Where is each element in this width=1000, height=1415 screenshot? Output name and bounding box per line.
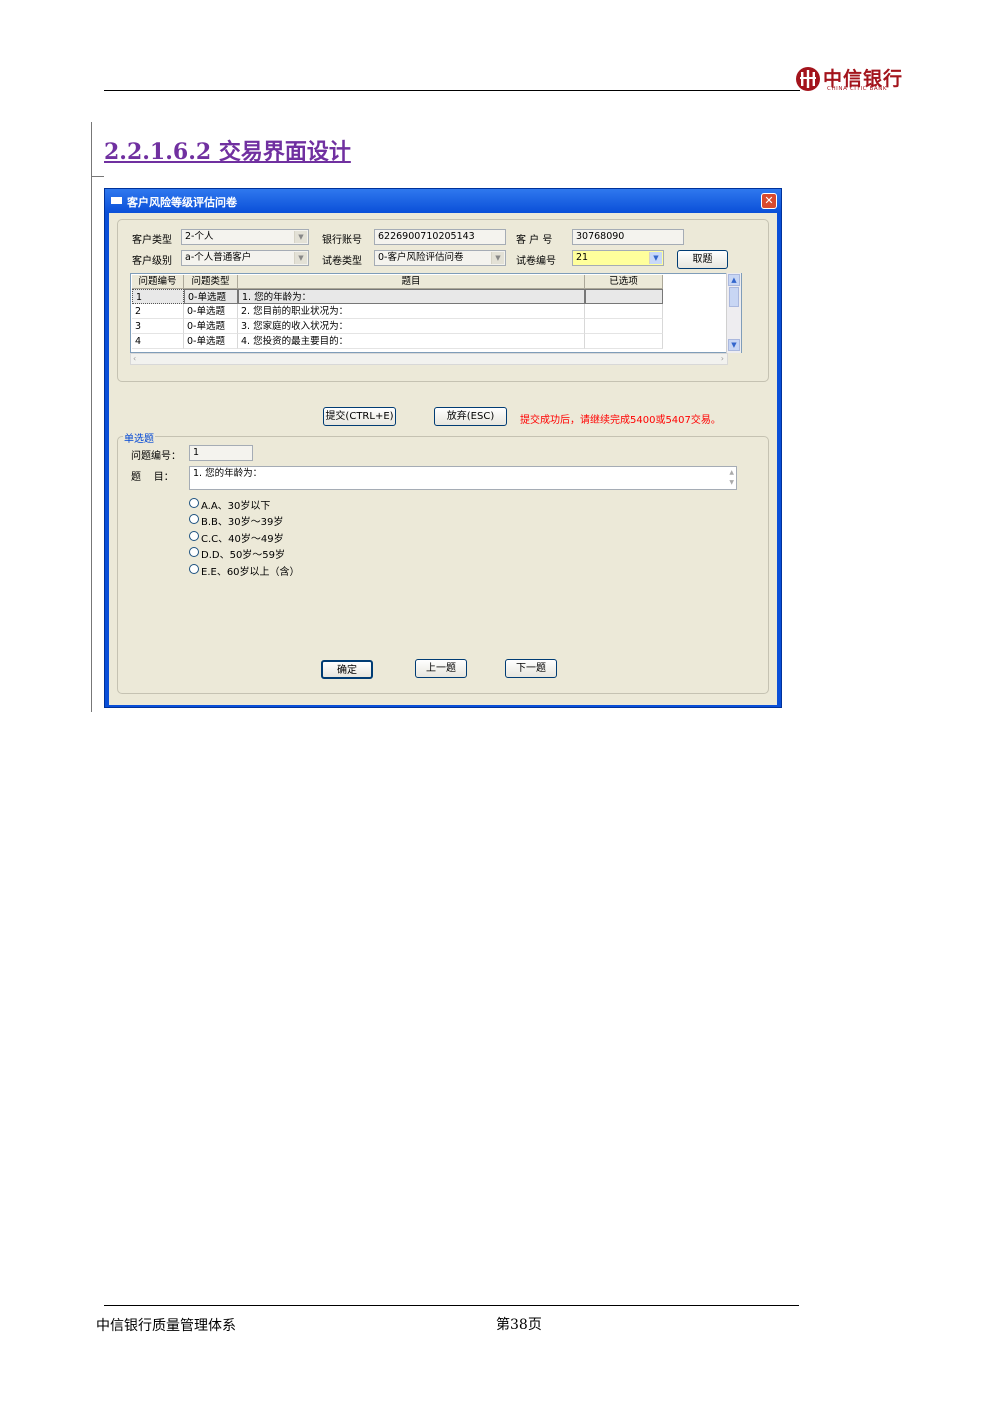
window-title: 客户风险等级评估问卷 <box>127 196 237 209</box>
paper-no-value: 21 <box>576 252 589 263</box>
header-rule <box>104 90 800 91</box>
bank-logo: 中信银行 CHINA CITIC BANK <box>795 64 905 96</box>
window-icon <box>111 197 122 204</box>
cancel-button[interactable]: 放弃(ESC) <box>434 407 507 426</box>
table-vertical-scrollbar[interactable]: ▲ ▼ <box>726 273 741 353</box>
column-header[interactable]: 题目 <box>238 275 585 289</box>
scroll-up-icon[interactable]: ▲ <box>728 274 740 286</box>
table-cell: 1. 您的年龄为： <box>238 289 585 304</box>
option-a-radio[interactable] <box>189 498 199 508</box>
table-cell <box>585 319 663 334</box>
customer-level-value: a-个人普通客户 <box>185 252 252 263</box>
footer-title: 中信银行质量管理体系 <box>96 1318 236 1334</box>
column-header[interactable]: 问题编号 <box>132 275 184 289</box>
logo-text-en: CHINA CITIC BANK <box>827 86 888 92</box>
footer-rule <box>104 1305 799 1306</box>
customer-info-group: 客户类型 2-个人 ▼ 银行账号 6226900710205143 客 户 号 … <box>117 219 769 382</box>
question-number-field[interactable]: 1 <box>189 445 253 461</box>
heading-divider <box>92 176 104 177</box>
table-row[interactable]: 3 0-单选题 3. 您家庭的收入状况为： <box>132 319 663 334</box>
scroll-thumb[interactable] <box>729 287 739 307</box>
chevron-down-icon: ▼ <box>491 252 504 264</box>
risk-questionnaire-window: 客户风险等级评估问卷 ✕ 客户类型 2-个人 ▼ 银行账号 6226900710… <box>104 188 782 708</box>
bank-account-label: 银行账号 <box>322 235 362 246</box>
paper-type-select[interactable]: 0-客户风险评估问卷 ▼ <box>374 250 506 266</box>
option-b-label[interactable]: B.B、30岁～39岁 <box>201 513 283 528</box>
question-title-value: 1. 您的年龄为： <box>193 468 263 479</box>
close-button[interactable]: ✕ <box>761 193 777 209</box>
table-horizontal-scrollbar[interactable]: ‹ › <box>130 353 728 365</box>
table-cell: 0-单选题 <box>184 304 238 319</box>
scroll-left-icon[interactable]: ‹ <box>133 354 136 364</box>
ok-button[interactable]: 确定 <box>321 660 373 679</box>
bank-account-field[interactable]: 6226900710205143 <box>374 229 506 245</box>
table-cell <box>585 304 663 319</box>
fetch-questions-button[interactable]: 取题 <box>677 250 728 269</box>
group-label: 单选题 <box>123 430 155 445</box>
chevron-down-icon: ▼ <box>294 252 307 264</box>
option-d-label[interactable]: D.D、50岁～59岁 <box>201 546 285 561</box>
next-question-button[interactable]: 下一题 <box>505 659 557 678</box>
option-c-radio[interactable] <box>189 531 199 541</box>
citic-logo-icon <box>796 67 820 91</box>
scroll-down-icon[interactable]: ▼ <box>728 339 740 351</box>
customer-no-field[interactable]: 30768090 <box>572 229 684 245</box>
table-cell: 0-单选题 <box>184 289 238 304</box>
option-e-label[interactable]: E.E、60岁以上（含） <box>201 563 300 578</box>
table-cell: 0-单选题 <box>184 319 238 334</box>
table-cell <box>585 289 663 304</box>
page-number: 第38页 <box>496 1317 542 1333</box>
margin-bar <box>91 122 92 712</box>
customer-type-label: 客户类型 <box>132 235 172 246</box>
customer-type-value: 2-个人 <box>185 231 214 242</box>
chevron-down-icon: ▼ <box>294 231 307 243</box>
table-row[interactable]: 2 0-单选题 2. 您目前的职业状况为： <box>132 304 663 319</box>
paper-no-select[interactable]: 21 ▼ <box>572 250 664 266</box>
submit-button[interactable]: 提交(CTRL+E) <box>323 407 396 426</box>
chevron-down-icon: ▼ <box>649 252 662 264</box>
customer-no-label: 客 户 号 <box>516 235 553 246</box>
option-c-label[interactable]: C.C、40岁～49岁 <box>201 530 284 545</box>
question-title-field[interactable]: 1. 您的年龄为： ▲ ▼ <box>189 466 737 490</box>
question-table: 问题编号 问题类型 题目 已选项 1 0-单选题 1. 您的年龄为： 2 0-单… <box>130 273 742 353</box>
option-a-label[interactable]: A.A、30岁以下 <box>201 497 270 512</box>
question-title-label: 题 目： <box>131 472 174 483</box>
table-cell: 2. 您目前的职业状况为： <box>238 304 585 319</box>
window-title-bar[interactable]: 客户风险等级评估问卷 ✕ <box>105 189 781 213</box>
table-cell: 0-单选题 <box>184 334 238 349</box>
customer-type-select[interactable]: 2-个人 ▼ <box>181 229 309 245</box>
option-b-radio[interactable] <box>189 514 199 524</box>
question-number-label: 问题编号： <box>131 451 181 462</box>
window-client-area: 客户类型 2-个人 ▼ 银行账号 6226900710205143 客 户 号 … <box>109 213 777 705</box>
customer-level-label: 客户级别 <box>132 256 172 267</box>
table-cell: 3 <box>132 319 184 334</box>
section-heading: 2.2.1.6.2 交易界面设计 <box>104 139 351 165</box>
table-cell: 4 <box>132 334 184 349</box>
submit-note: 提交成功后，请继续完成5400或5407交易。 <box>520 415 721 426</box>
table-cell: 3. 您家庭的收入状况为： <box>238 319 585 334</box>
column-header[interactable]: 已选项 <box>585 275 663 289</box>
table-cell <box>585 334 663 349</box>
paper-type-value: 0-客户风险评估问卷 <box>378 252 464 263</box>
option-e-radio[interactable] <box>189 564 199 574</box>
table-row[interactable]: 4 0-单选题 4. 您投资的最主要目的： <box>132 334 663 349</box>
option-d-radio[interactable] <box>189 547 199 557</box>
paper-type-label: 试卷类型 <box>322 256 362 267</box>
table-cell: 2 <box>132 304 184 319</box>
paper-no-label: 试卷编号 <box>516 256 556 267</box>
customer-level-select[interactable]: a-个人普通客户 ▼ <box>181 250 309 266</box>
table-cell: 1 <box>132 289 184 304</box>
column-header[interactable]: 问题类型 <box>184 275 238 289</box>
scroll-arrows-icon[interactable]: ▲ ▼ <box>729 468 734 488</box>
table-row[interactable]: 1 0-单选题 1. 您的年龄为： <box>132 289 663 304</box>
prev-question-button[interactable]: 上一题 <box>415 659 467 678</box>
scroll-right-icon[interactable]: › <box>721 354 724 364</box>
table-cell: 4. 您投资的最主要目的： <box>238 334 585 349</box>
